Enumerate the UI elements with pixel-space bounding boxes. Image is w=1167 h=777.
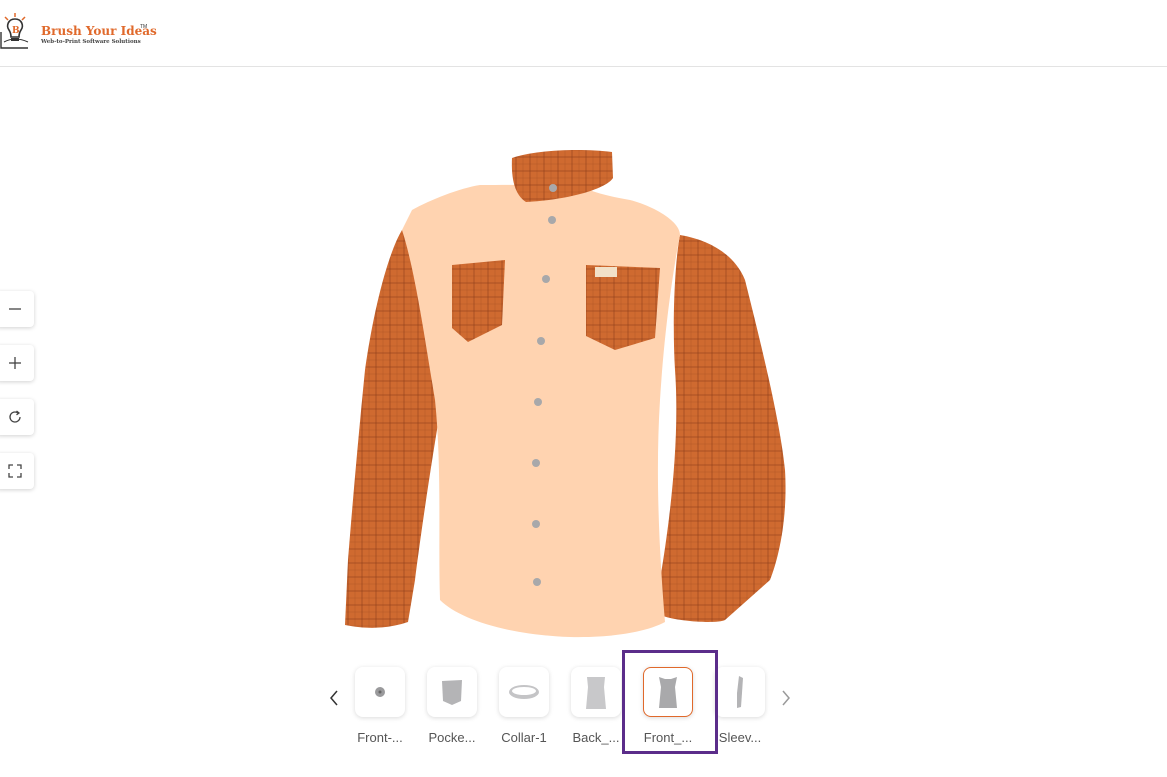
- plus-icon: [9, 357, 21, 369]
- reset-rotation-button[interactable]: [0, 399, 34, 435]
- fullscreen-button[interactable]: [0, 453, 34, 489]
- chevron-right-icon: [782, 690, 790, 706]
- minus-icon: [9, 308, 21, 310]
- part-thumbnail[interactable]: [427, 667, 477, 717]
- sleeve-icon: [737, 676, 743, 708]
- part-label: Front-...: [357, 730, 403, 745]
- shirt-body[interactable]: [402, 180, 680, 638]
- back-panel-icon: [586, 677, 606, 709]
- front-panel-icon: [659, 677, 677, 708]
- right-sleeve[interactable]: [655, 235, 786, 622]
- zoom-out-button[interactable]: [0, 291, 34, 327]
- part-label: Sleev...: [718, 730, 762, 745]
- pocket-icon: [442, 680, 462, 705]
- part-thumbnail[interactable]: [571, 667, 621, 717]
- carousel-prev-button[interactable]: [324, 686, 344, 710]
- lightbulb-logo-icon: B: [0, 13, 29, 49]
- zoom-in-button[interactable]: [0, 345, 34, 381]
- parts-carousel: Front-... Pocke... Collar-1 Back_... Fro…: [320, 650, 810, 760]
- fullscreen-icon: [8, 464, 22, 478]
- right-pocket[interactable]: [586, 265, 660, 350]
- chevron-left-icon: [330, 690, 338, 706]
- rotate-icon: [9, 410, 21, 423]
- part-thumbnail[interactable]: [715, 667, 765, 717]
- part-label: Collar-1: [501, 730, 547, 745]
- part-label: Pocke...: [428, 730, 476, 745]
- header: B Brush Your Ideas TM Web-to-Print Softw…: [0, 0, 1167, 67]
- carousel-next-button[interactable]: [776, 686, 796, 710]
- brand-logo[interactable]: B Brush Your Ideas TM Web-to-Print Softw…: [0, 12, 160, 52]
- shirt-3d-preview[interactable]: [330, 140, 800, 650]
- brand-tagline: Web-to-Print Software Solutions: [41, 39, 141, 45]
- part-label: Back_...: [572, 730, 620, 745]
- trademark-mark: TM: [140, 24, 148, 30]
- part-thumbnail-selected[interactable]: [643, 667, 693, 717]
- part-thumbnail[interactable]: [355, 667, 405, 717]
- part-label: Front_...: [643, 730, 693, 745]
- button-icon: [375, 687, 385, 697]
- pocket-label: [595, 267, 617, 277]
- collar-icon: [509, 685, 539, 699]
- svg-text:B: B: [12, 26, 20, 36]
- part-thumbnail[interactable]: [499, 667, 549, 717]
